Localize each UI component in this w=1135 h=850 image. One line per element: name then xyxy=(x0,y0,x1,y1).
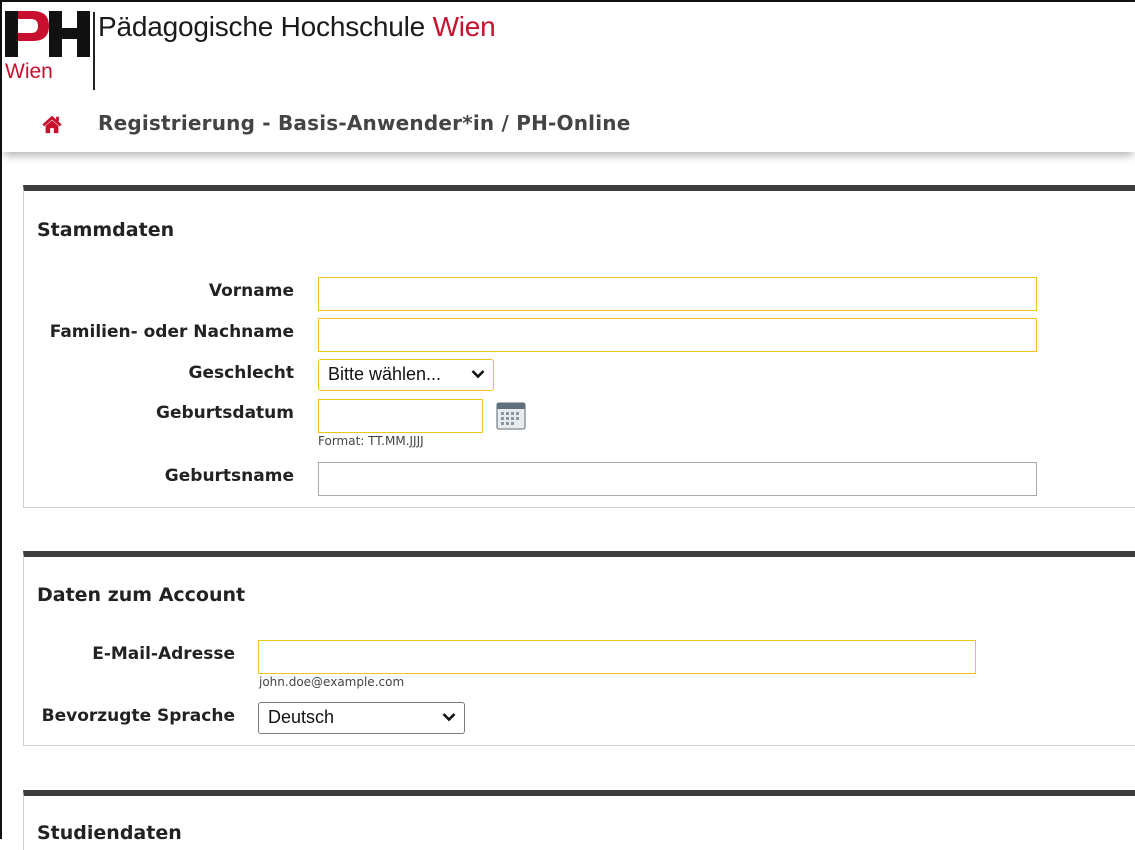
page-header: Wien Pädagogische Hochschule Wien Regist… xyxy=(2,2,1135,152)
sprache-label: Bevorzugte Sprache xyxy=(41,706,235,726)
sprache-select[interactable]: Deutsch xyxy=(258,702,465,734)
section-account: Daten zum Account E-Mail-Adresse john.do… xyxy=(23,551,1135,746)
institution-name: Pädagogische Hochschule Wien xyxy=(98,11,496,43)
section-stammdaten: Stammdaten Vorname Familien- oder Nachna… xyxy=(23,185,1135,508)
sprache-selected-value: Deutsch xyxy=(268,707,335,727)
geburtsname-input[interactable] xyxy=(318,462,1037,496)
vorname-label: Vorname xyxy=(208,281,294,301)
section-title-stammdaten: Stammdaten xyxy=(37,219,175,241)
chevron-down-icon xyxy=(442,713,456,722)
geschlecht-select[interactable]: Bitte wählen... xyxy=(318,359,494,391)
email-input[interactable] xyxy=(258,640,976,674)
section-studiendaten: Studiendaten xyxy=(23,790,1135,850)
geburtsname-label: Geburtsname xyxy=(164,466,294,486)
home-icon[interactable] xyxy=(41,113,63,135)
chevron-down-icon xyxy=(471,370,485,379)
ph-logo[interactable]: Wien xyxy=(5,9,95,90)
geschlecht-label: Geschlecht xyxy=(188,363,294,383)
calendar-icon[interactable] xyxy=(496,401,526,431)
email-example-hint: john.doe@example.com xyxy=(259,675,405,689)
nachname-label: Familien- oder Nachname xyxy=(49,322,294,342)
section-title-studiendaten: Studiendaten xyxy=(37,822,182,844)
breadcrumb: Registrierung - Basis-Anwender*in / PH-O… xyxy=(98,111,630,135)
geburtsdatum-input[interactable] xyxy=(318,399,483,433)
nachname-input[interactable] xyxy=(318,318,1037,352)
logo-wien-text: Wien xyxy=(5,60,53,83)
geburtsdatum-format-hint: Format: TT.MM.JJJJ xyxy=(318,434,424,448)
section-title-account: Daten zum Account xyxy=(37,584,246,606)
breadcrumb-title: Registrierung - Basis-Anwender*in xyxy=(98,111,495,135)
geschlecht-selected-value: Bitte wählen... xyxy=(328,364,442,384)
email-label: E-Mail-Adresse xyxy=(92,644,235,664)
institution-name-main: Pädagogische Hochschule xyxy=(98,11,425,42)
vorname-input[interactable] xyxy=(318,277,1037,311)
ph-logo-mark xyxy=(5,11,90,57)
geburtsdatum-label: Geburtsdatum xyxy=(156,403,294,423)
institution-name-city: Wien xyxy=(432,11,496,42)
breadcrumb-app: / PH-Online xyxy=(494,111,631,135)
logo-divider xyxy=(93,12,95,90)
